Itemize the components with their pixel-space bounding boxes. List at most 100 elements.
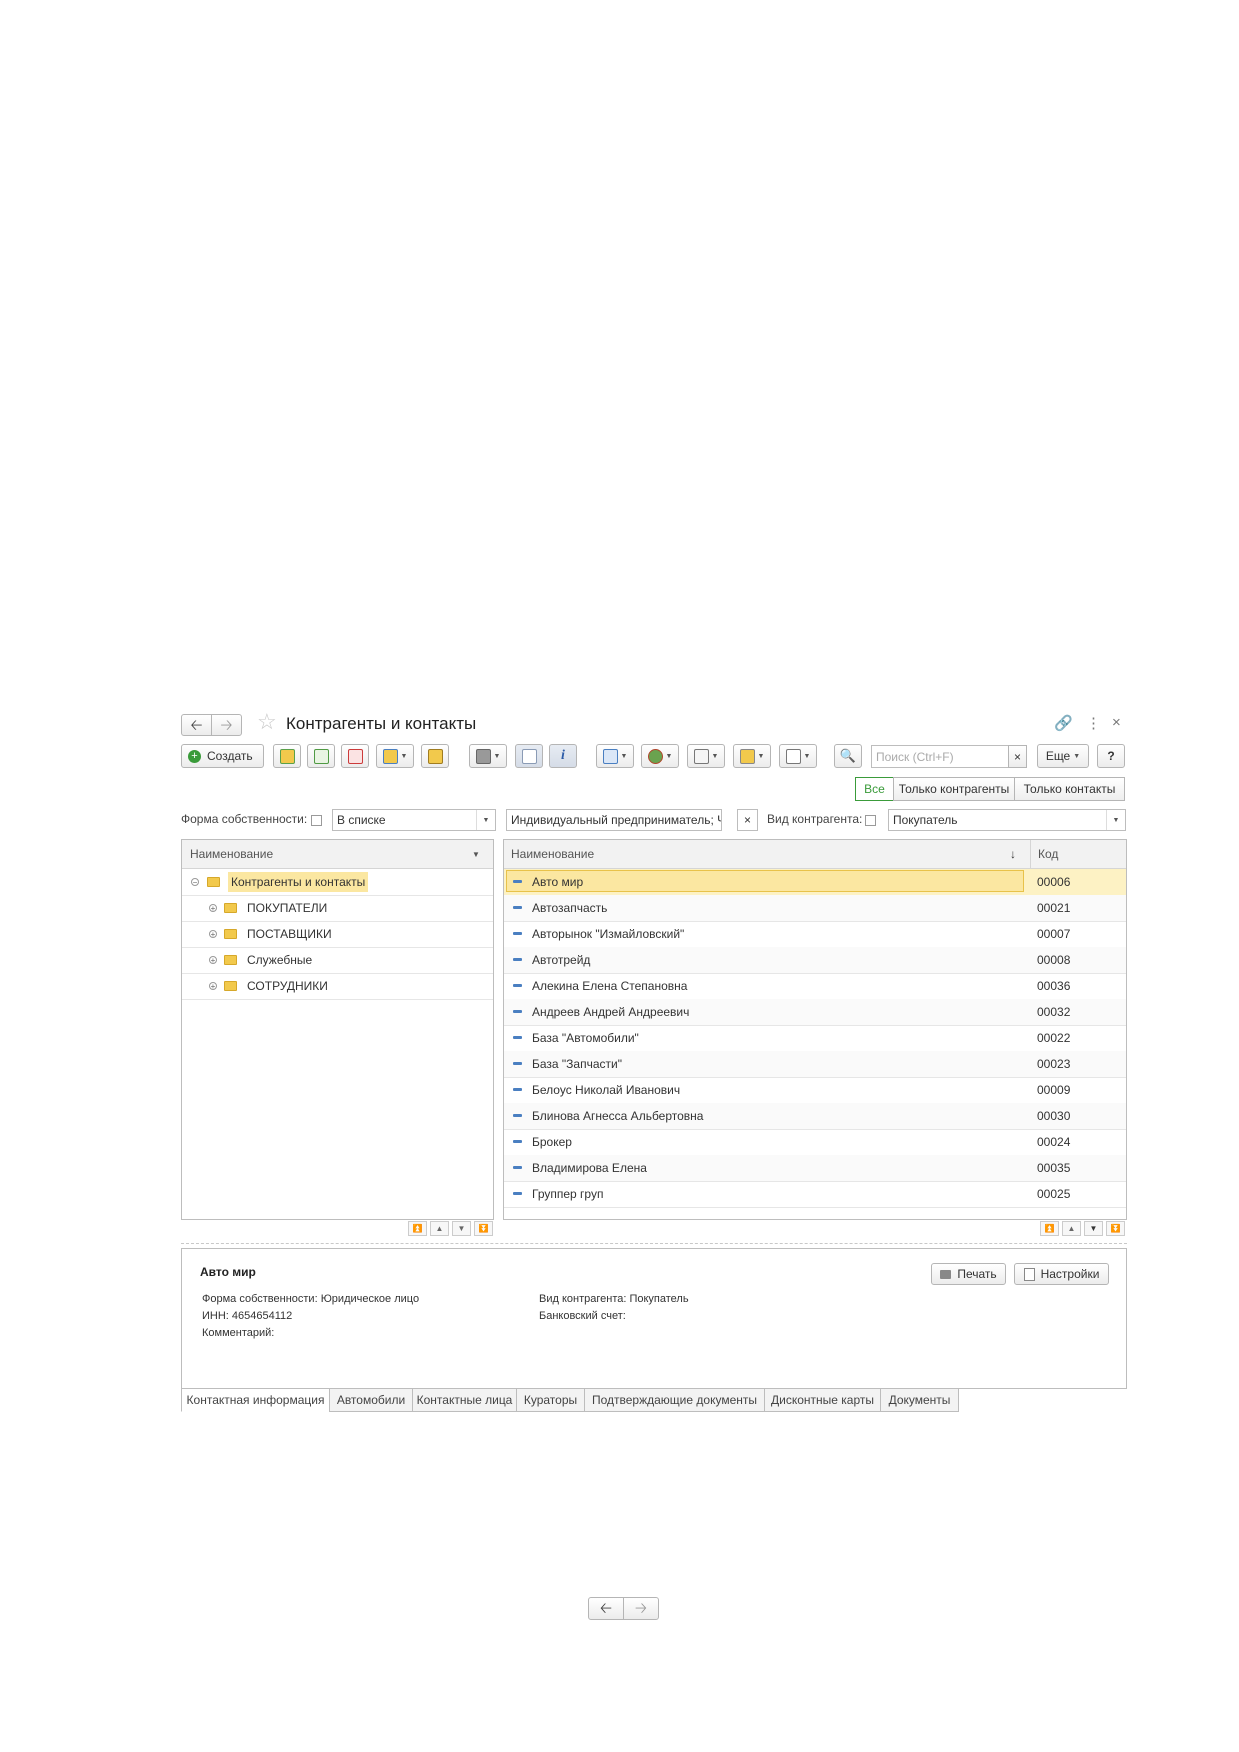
create-button[interactable]: + Создать	[181, 744, 264, 768]
nav-back-button[interactable]: 🡠	[181, 714, 212, 736]
list-scroll-up-icon[interactable]: ▲	[1062, 1221, 1081, 1236]
link-icon[interactable]: 🔗	[1054, 714, 1073, 732]
search-input[interactable]: Поиск (Ctrl+F)	[871, 745, 1010, 768]
expand-icon[interactable]: +	[209, 904, 217, 913]
list-scroll-first-icon[interactable]: ⏫	[1040, 1221, 1059, 1236]
import-button[interactable]: ▼	[596, 744, 634, 768]
edit-button[interactable]	[421, 744, 449, 768]
tab-curators[interactable]: Кураторы	[516, 1388, 585, 1412]
item-marker-icon	[513, 1114, 522, 1117]
table-row[interactable]: Авто мир 00006	[504, 869, 1126, 896]
row-name: Блинова Агнесса Альбертовна	[532, 1109, 704, 1123]
expand-icon[interactable]: +	[209, 982, 217, 991]
table-row[interactable]: Автозапчасть 00021	[504, 895, 1126, 922]
groups-tree-header-name[interactable]: Наименование	[190, 840, 273, 868]
table-row[interactable]: База "Автомобили" 00022	[504, 1025, 1126, 1052]
search-icon: 🔍	[839, 748, 857, 763]
back-arrow-icon: 🡠	[599, 1600, 613, 1617]
tab-cars[interactable]: Автомобили	[329, 1388, 413, 1412]
sort-desc-icon[interactable]: ↓	[1010, 840, 1016, 868]
print-button[interactable]: ▼	[469, 744, 507, 768]
table-row[interactable]: Блинова Агнесса Альбертовна 00030	[504, 1103, 1126, 1130]
table-row[interactable]: Группер груп 00025	[504, 1181, 1126, 1208]
table-row[interactable]: Брокер 00024	[504, 1129, 1126, 1156]
delete-mark-button[interactable]	[341, 744, 369, 768]
ownership-value-clear-button[interactable]: ×	[737, 809, 758, 831]
run-button[interactable]: ▼	[687, 744, 725, 768]
page-forward-button[interactable]: 🡢	[623, 1597, 659, 1620]
scroll-up-icon[interactable]: ▲	[430, 1221, 449, 1236]
tab-discount-cards[interactable]: Дисконтные карты	[764, 1388, 881, 1412]
tab-contact-persons[interactable]: Контактные лица	[412, 1388, 517, 1412]
item-marker-icon	[513, 880, 522, 883]
table-row[interactable]: Андреев Андрей Андреевич 00032	[504, 999, 1126, 1026]
move-to-group-button[interactable]: ▼	[376, 744, 414, 768]
create-group-button[interactable]	[273, 744, 301, 768]
row-name: Авторынок "Измайловский"	[532, 927, 685, 941]
search-clear-button[interactable]: ×	[1008, 745, 1027, 768]
item-marker-icon	[513, 958, 522, 961]
toggle-groups-button[interactable]	[515, 744, 543, 768]
collapse-icon[interactable]: −	[191, 878, 199, 887]
close-icon[interactable]: ×	[1112, 714, 1121, 731]
row-code: 00022	[1037, 1031, 1071, 1045]
ownership-filter-checkbox[interactable]	[311, 815, 322, 826]
copy-button[interactable]	[307, 744, 335, 768]
tree-item[interactable]: + Служебные	[182, 947, 493, 974]
users-button[interactable]: ▼	[641, 744, 679, 768]
item-marker-icon	[513, 1088, 522, 1091]
scroll-first-icon[interactable]: ⏫	[408, 1221, 427, 1236]
scroll-last-icon[interactable]: ⏬	[474, 1221, 493, 1236]
table-row[interactable]: Белоус Николай Иванович 00009	[504, 1077, 1126, 1104]
row-name: Андреев Андрей Андреевич	[532, 1005, 690, 1019]
tab-contact-info[interactable]: Контактная информация	[181, 1388, 330, 1412]
tab-documents[interactable]: Документы	[880, 1388, 959, 1412]
table-row[interactable]: База "Запчасти" 00023	[504, 1051, 1126, 1078]
kind-value: Покупатель	[893, 813, 958, 827]
table-row[interactable]: Автотрейд 00008	[504, 947, 1126, 974]
ownership-value-field[interactable]: Индивидуальный предприниматель; Ч	[506, 809, 722, 831]
details-settings-button[interactable]: Настройки	[1014, 1263, 1109, 1285]
more-icon[interactable]: ⋮	[1086, 714, 1101, 732]
list-scroll-down-icon[interactable]: ▼	[1084, 1221, 1103, 1236]
tree-item[interactable]: + ПОКУПАТЕЛИ	[182, 895, 493, 922]
table-row[interactable]: Алекина Елена Степановна 00036	[504, 973, 1126, 1000]
details-panel: Авто мир Печать Настройки Форма собствен…	[181, 1248, 1127, 1389]
row-name: База "Автомобили"	[532, 1031, 639, 1045]
view-contacts-option[interactable]: Только контакты	[1014, 777, 1125, 801]
find-button[interactable]: 🔍	[834, 744, 862, 768]
scroll-down-icon[interactable]: ▼	[452, 1221, 471, 1236]
page-back-button[interactable]: 🡠	[588, 1597, 624, 1620]
favorite-star-icon[interactable]: ☆	[257, 711, 277, 733]
column-header-name[interactable]: Наименование	[511, 840, 594, 868]
tree-item[interactable]: + СОТРУДНИКИ	[182, 973, 493, 1000]
list-scroll-last-icon[interactable]: ⏬	[1106, 1221, 1125, 1236]
table-row[interactable]: Авторынок "Измайловский" 00007	[504, 921, 1126, 948]
nav-forward-button[interactable]: 🡢	[211, 714, 242, 736]
help-button[interactable]: ?	[1097, 744, 1125, 768]
expand-icon[interactable]: +	[209, 956, 217, 965]
tree-root-row[interactable]: − Контрагенты и контакты	[182, 869, 493, 896]
tree-item[interactable]: + ПОСТАВЩИКИ	[182, 921, 493, 948]
chevron-down-icon[interactable]: ▼	[472, 840, 480, 868]
splitter[interactable]	[181, 1243, 1127, 1244]
ownership-mode-select[interactable]: В списке ▼	[332, 809, 496, 831]
tree-item-label: СОТРУДНИКИ	[247, 979, 328, 993]
view-counterparties-option[interactable]: Только контрагенты	[893, 777, 1015, 801]
ownership-mode-value: В списке	[337, 813, 386, 827]
reports-button[interactable]: ▼	[779, 744, 817, 768]
row-code: 00032	[1037, 1005, 1071, 1019]
more-actions-button[interactable]: Еще ▼	[1037, 744, 1089, 768]
printer-icon	[940, 1269, 952, 1279]
view-all-option[interactable]: Все	[855, 777, 894, 801]
ownership-filter-label: Форма собственности:	[181, 812, 308, 826]
table-row[interactable]: Владимирова Елена 00035	[504, 1155, 1126, 1182]
column-header-code[interactable]: Код	[1030, 840, 1058, 868]
tab-supporting-documents[interactable]: Подтверждающие документы	[584, 1388, 765, 1412]
create-based-button[interactable]: ▼	[733, 744, 771, 768]
expand-icon[interactable]: +	[209, 930, 217, 939]
details-print-button[interactable]: Печать	[931, 1263, 1006, 1285]
info-button[interactable]: i	[549, 744, 577, 768]
kind-filter-checkbox[interactable]	[865, 815, 876, 826]
kind-select[interactable]: Покупатель ▼	[888, 809, 1126, 831]
